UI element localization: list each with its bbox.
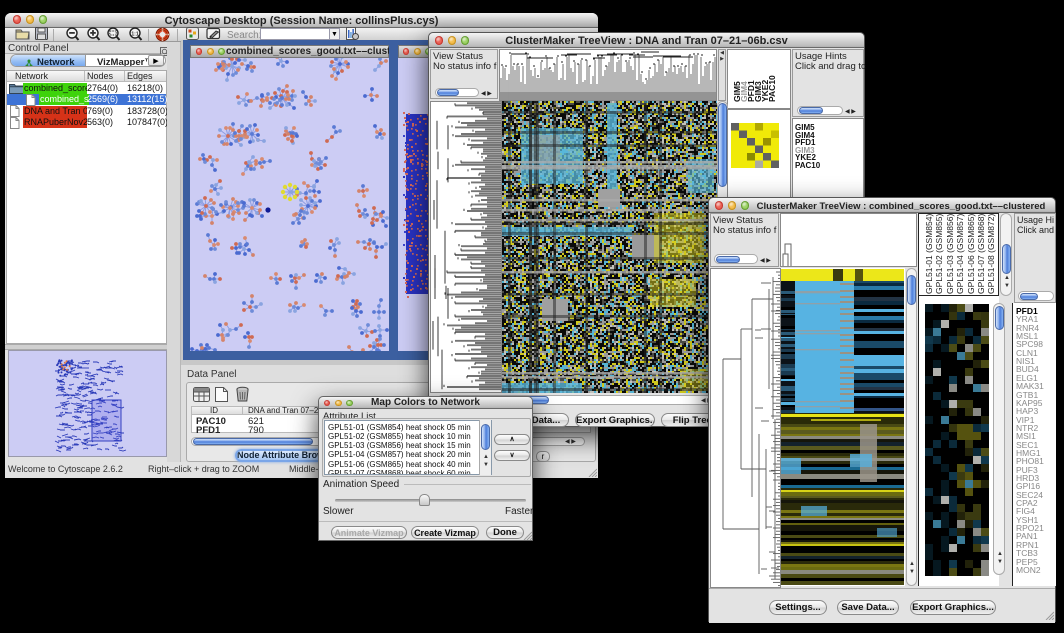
svg-text:1:1: 1:1	[131, 31, 138, 37]
